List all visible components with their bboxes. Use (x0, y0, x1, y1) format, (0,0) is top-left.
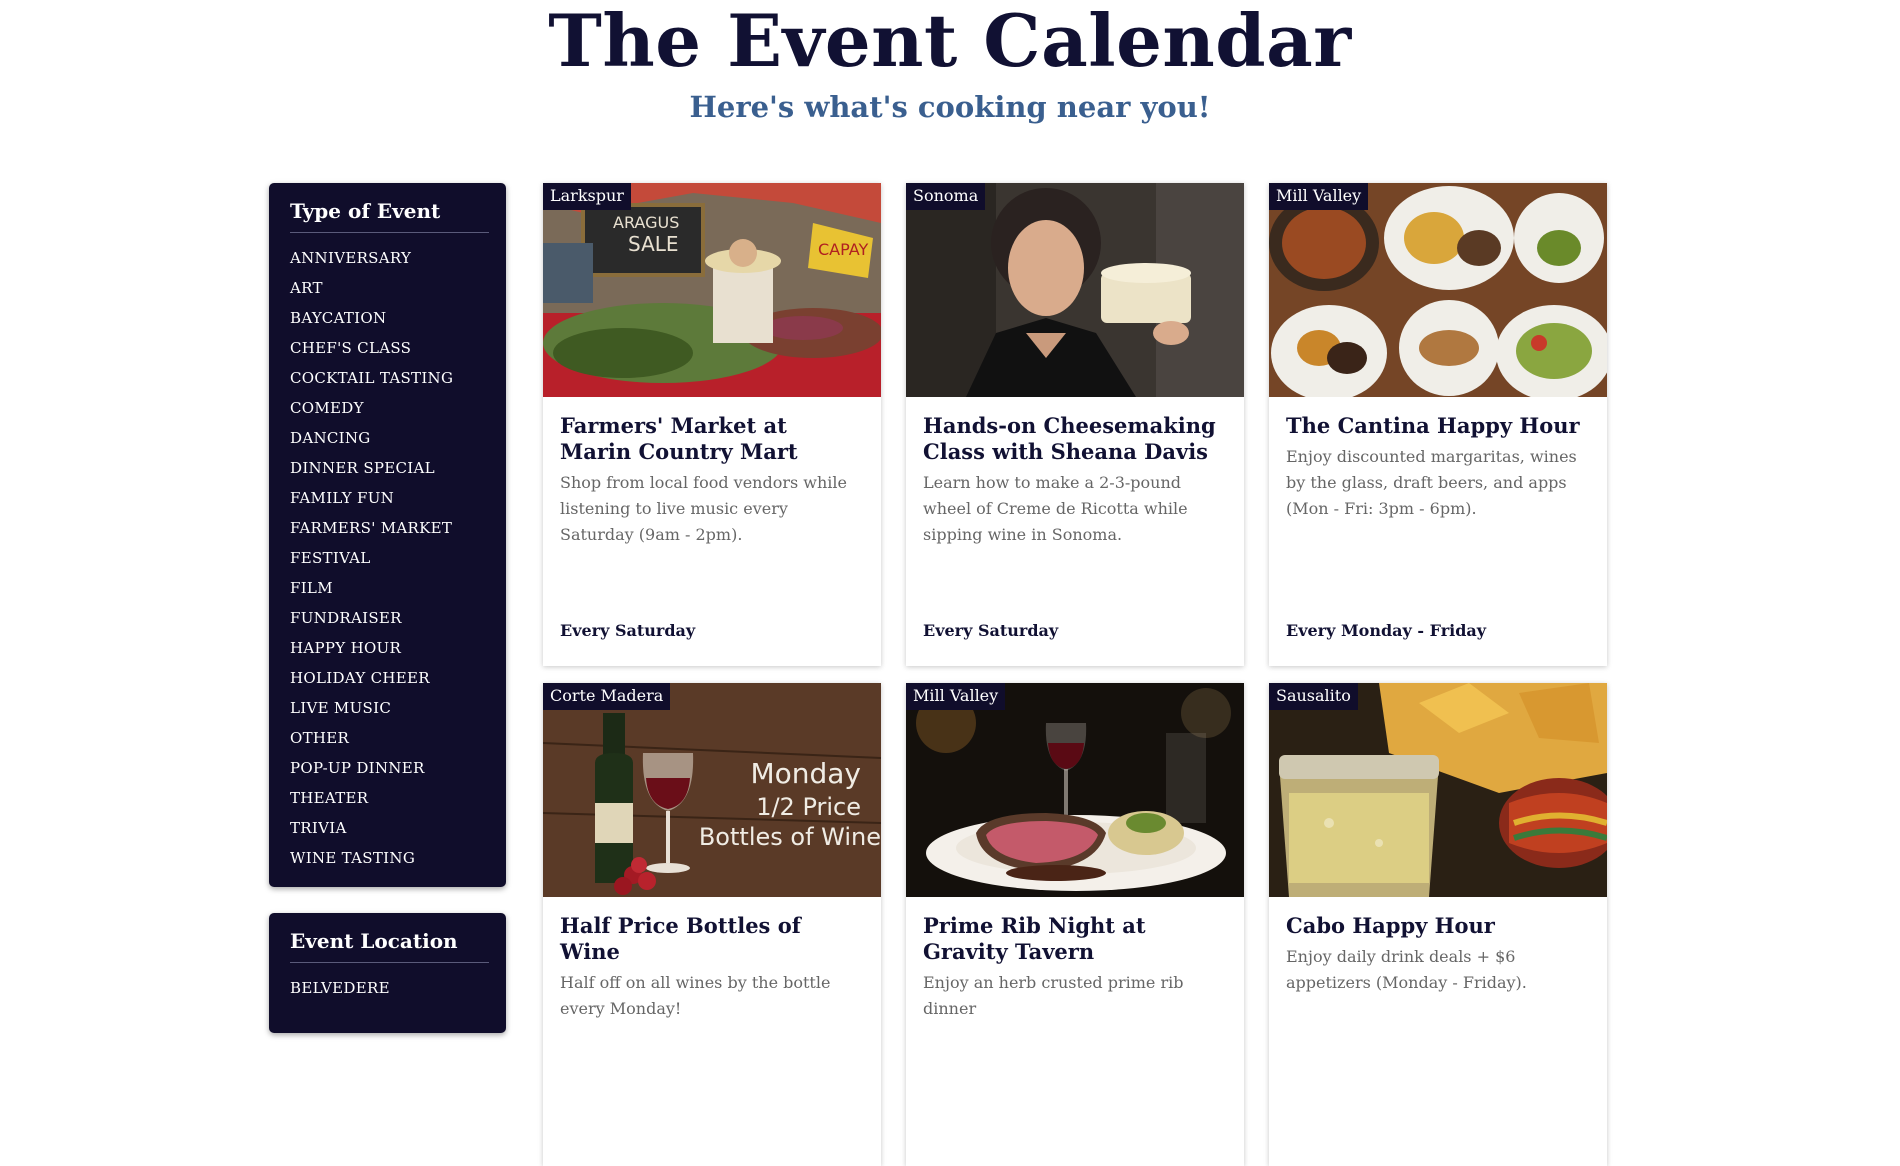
location-tag: Mill Valley (906, 683, 1006, 710)
filter-film[interactable]: FILM (290, 573, 489, 603)
filter-family-fun[interactable]: FAMILY FUN (290, 483, 489, 513)
filter-dancing[interactable]: DANCING (290, 423, 489, 453)
filter-art[interactable]: ART (290, 273, 489, 303)
event-title[interactable]: Cabo Happy Hour (1286, 913, 1590, 939)
filter-theater[interactable]: THEATER (290, 783, 489, 813)
filter-chefs-class[interactable]: CHEF'S CLASS (290, 333, 489, 363)
wine-bottle-photo[interactable]: Monday 1/2 Price Bottles of Wine Corte M… (543, 683, 881, 897)
location-tag: Mill Valley (1269, 183, 1369, 210)
event-card[interactable]: Monday 1/2 Price Bottles of Wine Corte M… (543, 683, 881, 1166)
event-schedule: Every Monday - Friday (1286, 621, 1487, 640)
event-location-filter-panel: Event Location BELVEDERE (269, 913, 506, 1033)
event-location-list: BELVEDERE (290, 973, 489, 1003)
event-card[interactable]: ARAGUS SALE CAPAY Larkspur Farmers' Mark… (543, 183, 881, 666)
filter-anniversary[interactable]: ANNIVERSARY (290, 243, 489, 273)
event-card[interactable]: Sausalito Cabo Happy Hour Enjoy daily dr… (1269, 683, 1607, 1166)
event-description: Half off on all wines by the bottle ever… (560, 973, 831, 1018)
wine-promo-item: Bottles of Wine (699, 823, 881, 851)
event-card[interactable]: Mill Valley Prime Rib Night at Gravity T… (906, 683, 1244, 1166)
event-title[interactable]: Farmers' Market at Marin Country Mart (560, 413, 864, 465)
farmers-market-sign-3: CAPAY (818, 240, 868, 259)
filter-cocktail-tasting[interactable]: COCKTAIL TASTING (290, 363, 489, 393)
margarita-photo[interactable]: Sausalito (1269, 683, 1607, 897)
event-description: Enjoy daily drink deals + $6 appetizers … (1286, 947, 1527, 992)
filter-live-music[interactable]: LIVE MUSIC (290, 693, 489, 723)
event-card[interactable]: Sonoma Hands-on Cheesemaking Class with … (906, 183, 1244, 666)
event-description: Learn how to make a 2-3-pound wheel of C… (923, 473, 1188, 544)
event-type-filter-panel: Type of Event ANNIVERSARY ART BAYCATION … (269, 183, 506, 887)
event-title[interactable]: Prime Rib Night at Gravity Tavern (923, 913, 1227, 965)
filter-farmers-market[interactable]: FARMERS' MARKET (290, 513, 489, 543)
event-title[interactable]: The Cantina Happy Hour (1286, 413, 1590, 439)
location-tag: Sonoma (906, 183, 986, 210)
filter-comedy[interactable]: COMEDY (290, 393, 489, 423)
filter-baycation[interactable]: BAYCATION (290, 303, 489, 333)
event-description: Enjoy discounted margaritas, wines by th… (1286, 447, 1577, 518)
event-title[interactable]: Half Price Bottles of Wine (560, 913, 864, 965)
event-card[interactable]: Mill Valley The Cantina Happy Hour Enjoy… (1269, 183, 1607, 666)
filter-wine-tasting[interactable]: WINE TASTING (290, 843, 489, 873)
event-schedule: Every Saturday (560, 621, 696, 640)
event-description: Enjoy an herb crusted prime rib dinner (923, 973, 1184, 1018)
filter-dinner-special[interactable]: DINNER SPECIAL (290, 453, 489, 483)
event-type-list: ANNIVERSARY ART BAYCATION CHEF'S CLASS C… (290, 243, 489, 873)
filter-holiday-cheer[interactable]: HOLIDAY CHEER (290, 663, 489, 693)
event-title[interactable]: Hands-on Cheesemaking Class with Sheana … (923, 413, 1227, 465)
event-grid: ARAGUS SALE CAPAY Larkspur Farmers' Mark… (543, 183, 1608, 1166)
farmers-market-sign-1: ARAGUS (613, 213, 679, 232)
farmers-market-photo[interactable]: ARAGUS SALE CAPAY Larkspur (543, 183, 881, 397)
filter-pop-up-dinner[interactable]: POP-UP DINNER (290, 753, 489, 783)
location-tag: Corte Madera (543, 683, 671, 710)
event-type-heading: Type of Event (290, 197, 489, 233)
filter-location-belvedere[interactable]: BELVEDERE (290, 973, 489, 1003)
filter-fundraiser[interactable]: FUNDRAISER (290, 603, 489, 633)
prime-rib-photo[interactable]: Mill Valley (906, 683, 1244, 897)
filter-happy-hour[interactable]: HAPPY HOUR (290, 633, 489, 663)
location-tag: Larkspur (543, 183, 631, 210)
event-description: Shop from local food vendors while liste… (560, 473, 847, 544)
wine-promo-day: Monday (750, 757, 861, 790)
filter-festival[interactable]: FESTIVAL (290, 543, 489, 573)
page-subtitle: Here's what's cooking near you! (689, 90, 1211, 124)
event-location-heading: Event Location (290, 927, 489, 963)
event-schedule: Every Saturday (923, 621, 1059, 640)
filter-other[interactable]: OTHER (290, 723, 489, 753)
mexican-food-photo[interactable]: Mill Valley (1269, 183, 1607, 397)
wine-promo-price: 1/2 Price (756, 793, 861, 821)
cheesemaker-photo[interactable]: Sonoma (906, 183, 1244, 397)
filter-trivia[interactable]: TRIVIA (290, 813, 489, 843)
page-title: The Event Calendar (548, 0, 1352, 83)
farmers-market-sign-2: SALE (628, 232, 679, 256)
location-tag: Sausalito (1269, 683, 1358, 710)
